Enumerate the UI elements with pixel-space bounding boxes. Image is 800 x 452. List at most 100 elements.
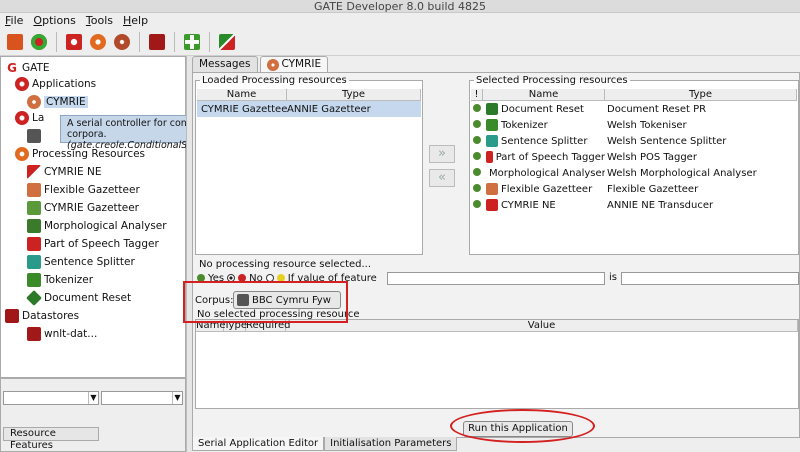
pos-tagger-icon [27, 237, 41, 251]
annie-icon [31, 34, 47, 50]
splitter-icon [27, 255, 41, 269]
table-row[interactable]: Morphological Analyser Welsh Morphologica… [471, 165, 797, 181]
menu-file[interactable]: File [0, 13, 28, 29]
table-row[interactable]: Part of Speech Tagger Welsh POS Tagger [471, 149, 797, 165]
language-resources-icon [15, 111, 29, 125]
ne-icon [27, 165, 41, 179]
run-status-icon [473, 103, 481, 112]
pr-icon [486, 199, 498, 211]
resource-tree: G GATE Applications CYMRIE La Processing … [0, 56, 186, 378]
column-header[interactable]: Name [483, 89, 605, 100]
toolbar-separator [209, 32, 210, 52]
tree-pr-item[interactable]: Part of Speech Tagger [27, 235, 159, 253]
is-label: is [609, 272, 617, 283]
pr-icon [486, 151, 493, 163]
new-language-resource-button[interactable] [63, 31, 85, 53]
toolbar [0, 29, 800, 56]
load-document-button[interactable] [4, 31, 26, 53]
feature-value-field[interactable] [621, 272, 799, 285]
selected-table-header: ! Name Type [471, 89, 797, 101]
pen-icon [219, 34, 235, 50]
toolbar-separator [56, 32, 57, 52]
tab-initialisation-parameters[interactable]: Initialisation Parameters [324, 437, 458, 451]
toolbar-separator [174, 32, 175, 52]
feature-name-field[interactable] [387, 272, 605, 285]
processing-resource-icon [90, 34, 106, 50]
run-status-icon [473, 135, 481, 144]
pr-icon [486, 103, 498, 115]
column-header[interactable]: Value [286, 320, 798, 331]
tree-pr-item[interactable]: Flexible Gazetteer [27, 181, 140, 199]
tree-language-resources[interactable]: La [15, 109, 44, 127]
tab-cymrie[interactable]: CYMRIE [259, 56, 329, 72]
table-row[interactable]: CYMRIE NE ANNIE NE Transducer [471, 197, 797, 213]
pr-icon [486, 135, 498, 147]
document-icon [7, 34, 23, 50]
tree-lr-item[interactable] [27, 127, 44, 145]
plugin-manager-button[interactable] [181, 31, 203, 53]
datastores-icon [5, 309, 19, 323]
feature-name-combo[interactable]: ▼ [3, 391, 99, 405]
pr-icon [486, 119, 498, 131]
tree-applications[interactable]: Applications [15, 75, 96, 93]
pr-icon [486, 183, 498, 195]
datastore-icon [27, 327, 41, 341]
tree-pr-item[interactable]: Morphological Analyser [27, 217, 167, 235]
menu-options[interactable]: Options [28, 13, 80, 29]
menu-help[interactable]: Help [118, 13, 153, 29]
application-icon [266, 58, 279, 71]
language-resource-icon [66, 34, 82, 50]
tree-pr-item[interactable]: Tokenizer [27, 271, 93, 289]
run-mode-title: No processing resource selected... [199, 259, 372, 270]
tokenizer-icon [27, 273, 41, 287]
application-editor: Loaded Processing resources Name Type CY… [192, 72, 800, 438]
datastore-icon [149, 34, 165, 50]
morph-icon [27, 219, 41, 233]
feature-value-combo[interactable]: ▼ [101, 391, 183, 405]
column-header[interactable]: ! [471, 89, 483, 100]
remove-pr-button[interactable]: « [429, 169, 455, 187]
column-header[interactable]: Type [605, 89, 797, 100]
chevron-down-icon: ▼ [88, 392, 98, 404]
resource-features-tab[interactable]: Resource Features [3, 427, 99, 451]
table-row[interactable]: Document Reset Document Reset PR [471, 101, 797, 117]
window-title: GATE Developer 8.0 build 4825 [0, 0, 800, 13]
table-row[interactable]: Flexible Gazetteer Flexible Gazetteer [471, 181, 797, 197]
column-header[interactable]: Name [197, 89, 287, 100]
tree-datastores[interactable]: Datastores [5, 307, 79, 325]
run-status-icon [473, 183, 481, 192]
applications-icon [15, 77, 29, 91]
add-pr-button[interactable]: » [429, 145, 455, 163]
reset-icon [26, 290, 42, 306]
run-status-icon [473, 199, 481, 208]
annotation-diff-button[interactable] [216, 31, 238, 53]
menu-bar: File Options Tools Help [0, 13, 800, 29]
run-status-icon [473, 167, 481, 176]
application-icon [114, 34, 130, 50]
tree-datastore-item[interactable]: wnlt-dat... [27, 325, 97, 343]
toolbar-separator [139, 32, 140, 52]
loaded-table-header: Name Type [197, 89, 421, 101]
table-row[interactable]: CYMRIE Gazetteer ANNIE Gazetteer [197, 101, 421, 117]
run-status-icon [473, 119, 481, 128]
new-datastore-button[interactable] [146, 31, 168, 53]
table-row[interactable]: Tokenizer Welsh Tokeniser [471, 117, 797, 133]
new-application-button[interactable] [111, 31, 133, 53]
menu-tools[interactable]: Tools [81, 13, 118, 29]
tab-messages[interactable]: Messages [192, 56, 258, 72]
tab-serial-application-editor[interactable]: Serial Application Editor [192, 437, 325, 451]
resource-features-panel: ▼ ▼ Resource Features [0, 378, 186, 452]
tree-pr-item[interactable]: CYMRIE NE [27, 163, 101, 181]
plus-icon [184, 34, 200, 50]
column-header[interactable]: Type [287, 89, 421, 100]
tree-pr-item[interactable]: CYMRIE Gazetteer [27, 199, 139, 217]
table-row[interactable]: Sentence Splitter Welsh Sentence Splitter [471, 133, 797, 149]
processing-resources-icon [15, 147, 29, 161]
document-icon [27, 129, 41, 143]
params-table [195, 319, 799, 409]
tree-pr-item[interactable]: Sentence Splitter [27, 253, 135, 271]
gate-icon: G [5, 61, 19, 75]
load-annie-button[interactable] [28, 31, 50, 53]
new-processing-resource-button[interactable] [87, 31, 109, 53]
tree-pr-item[interactable]: Document Reset [26, 289, 131, 307]
